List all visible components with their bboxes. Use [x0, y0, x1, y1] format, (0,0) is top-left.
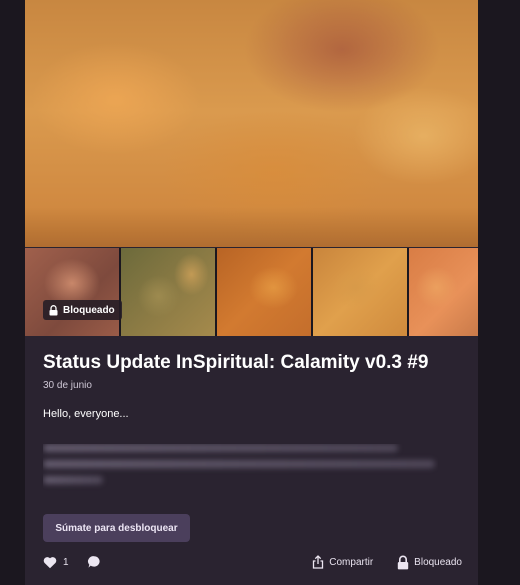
- thumbnail-3[interactable]: [217, 248, 311, 336]
- thumbnail-strip: [25, 248, 478, 336]
- thumbnail-1[interactable]: [25, 248, 119, 336]
- blurred-locked-text: [43, 444, 438, 492]
- thumbnail-4[interactable]: [313, 248, 407, 336]
- post-main-image-blurred[interactable]: [25, 0, 478, 247]
- post-date: 30 de junio: [43, 380, 92, 391]
- thumbnail-2[interactable]: [121, 248, 215, 336]
- comment-icon[interactable]: [87, 555, 101, 569]
- locked-badge: Bloqueado: [43, 300, 122, 320]
- post-actions-left: 1: [43, 553, 101, 571]
- like-count: 1: [63, 556, 69, 568]
- lock-icon: [397, 555, 409, 570]
- share-icon[interactable]: [312, 555, 324, 569]
- locked-status-label: Bloqueado: [414, 556, 462, 568]
- post-body-intro: Hello, everyone...: [43, 408, 129, 420]
- share-label[interactable]: Compartir: [329, 557, 373, 568]
- post-card: Bloqueado Status Update InSpiritual: Cal…: [25, 0, 478, 585]
- lock-icon: [49, 304, 58, 316]
- post-actions-right: Compartir Bloqueado: [312, 553, 462, 571]
- thumbnail-5[interactable]: [409, 248, 478, 336]
- unlock-button[interactable]: Súmate para desbloquear: [43, 514, 190, 542]
- post-title[interactable]: Status Update InSpiritual: Calamity v0.3…: [43, 352, 428, 374]
- heart-icon[interactable]: [43, 556, 57, 569]
- locked-badge-label: Bloqueado: [63, 304, 115, 316]
